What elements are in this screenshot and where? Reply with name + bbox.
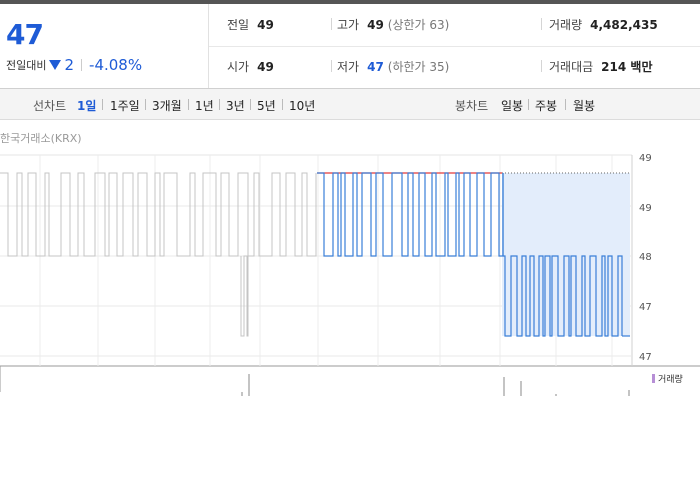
price-line-blue-am [317, 172, 504, 257]
price-line-gray [0, 172, 317, 257]
y-tick-label: 47 [639, 302, 652, 313]
volume-legend: 거래량 [652, 372, 683, 385]
legend-swatch [652, 374, 655, 383]
price-chart: 49 49 48 47 47 [0, 153, 700, 396]
y-tick-label: 49 [639, 153, 652, 164]
price-dip-gray [240, 255, 249, 337]
shaded-area [502, 173, 630, 336]
y-tick-label: 49 [639, 203, 652, 214]
y-tick-label: 47 [639, 352, 652, 363]
y-tick-label: 48 [639, 252, 652, 263]
legend-label: 거래량 [658, 375, 683, 385]
